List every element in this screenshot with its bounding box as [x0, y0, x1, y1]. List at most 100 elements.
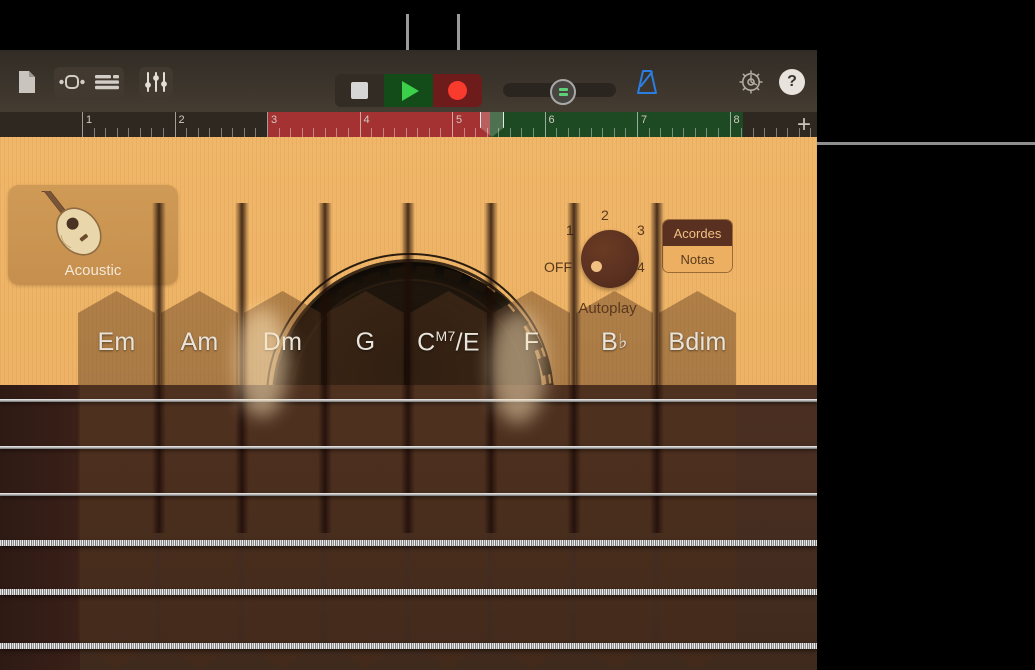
ruler-tick-minor	[590, 128, 592, 137]
guitar-string-3[interactable]	[0, 493, 817, 496]
ruler-bar-label: 3	[271, 114, 278, 126]
ruler-bar-label: 7	[641, 114, 648, 126]
ruler-tick-minor	[579, 128, 581, 137]
stop-button[interactable]	[335, 74, 384, 107]
ruler-tick-major	[359, 112, 361, 137]
record-button[interactable]	[433, 74, 482, 107]
chord-label: G	[355, 328, 376, 356]
ruler-tick-minor	[648, 128, 650, 137]
chord-button-F[interactable]: F	[493, 291, 570, 670]
chord-column-separator	[318, 203, 332, 533]
ruler-tick-minor	[197, 128, 199, 137]
chord-column-separator	[401, 203, 415, 533]
ruler-tick-minor	[139, 128, 141, 137]
ruler-section-intro	[0, 112, 82, 137]
garageband-window: ? 12345678 + Acoustic OFF 2 3 4 Acordes …	[0, 50, 817, 670]
ruler-tick-minor	[717, 128, 719, 137]
ruler-tick-minor	[706, 128, 708, 137]
ruler-tick-minor	[116, 128, 118, 137]
ruler-tick-minor	[336, 128, 338, 137]
timeline-ruler[interactable]: 1 2 3 4 5 6 7 8 +	[0, 112, 817, 137]
ruler-tick-minor	[613, 128, 615, 137]
autoplay-label-3[interactable]: 3	[637, 222, 645, 238]
mixer-icon[interactable]	[139, 67, 173, 97]
mode-option-chords[interactable]: Acordes	[663, 220, 732, 246]
ruler-tick-minor	[660, 128, 662, 137]
chord-button-B[interactable]: B♭	[576, 291, 653, 670]
ruler-bar-label: 2	[178, 114, 185, 126]
led-bar	[558, 93, 568, 96]
loops-icon[interactable]	[54, 67, 89, 97]
ruler-tick-minor	[151, 128, 153, 137]
mode-option-notes[interactable]: Notas	[663, 246, 732, 272]
chord-label: CM7/E	[417, 328, 480, 357]
ruler-tick-minor	[278, 128, 280, 137]
ruler-tick-minor	[232, 128, 234, 137]
guitar-string-1[interactable]	[0, 399, 817, 402]
chord-column-separator	[484, 203, 498, 533]
chord-button-Em[interactable]: Em	[78, 291, 155, 670]
screenshot-root: ? 12345678 + Acoustic OFF 2 3 4 Acordes …	[0, 0, 1035, 670]
ruler-tick-major	[82, 112, 83, 137]
chord-label: B♭	[601, 328, 628, 356]
ruler-tick-major	[174, 112, 176, 137]
callout-line-play	[406, 14, 409, 52]
autoplay-label-4[interactable]: 4	[637, 259, 645, 275]
ruler-tick-major	[729, 112, 731, 137]
browser-segmented-control[interactable]	[54, 67, 124, 97]
ruler-tick-minor	[775, 128, 777, 137]
ruler-tick-major	[637, 112, 638, 137]
ruler-tick-major	[544, 112, 546, 137]
help-button[interactable]: ?	[779, 69, 805, 95]
document-icon[interactable]	[13, 68, 39, 96]
track-list-icon[interactable]	[89, 67, 124, 97]
ruler-tick-minor	[752, 128, 754, 137]
ruler-tick-minor	[313, 128, 315, 137]
ruler-tick-minor	[290, 128, 292, 137]
ruler-tick-minor	[475, 128, 477, 137]
ruler-tick-minor	[428, 128, 430, 137]
mode-switch[interactable]: Acordes Notas	[662, 219, 733, 273]
guitar-string-4[interactable]	[0, 540, 817, 546]
chord-button-Bdim[interactable]: Bdim	[659, 291, 736, 670]
guitar-string-2[interactable]	[0, 446, 817, 449]
ruler-tick-minor	[371, 128, 373, 137]
add-track-button[interactable]: +	[797, 112, 811, 137]
ruler-tick-major	[452, 112, 453, 137]
chord-label: Em	[97, 328, 136, 356]
ruler-section-green	[490, 112, 743, 137]
volume-slider-knob[interactable]	[550, 79, 576, 105]
ruler-tick-minor	[105, 128, 107, 137]
chord-button-Am[interactable]: Am	[161, 291, 238, 670]
fretboard-nut-area	[0, 385, 80, 670]
gear-icon[interactable]	[736, 68, 766, 96]
ruler-bar-label: 5	[456, 114, 463, 126]
ruler-tick-minor	[186, 128, 188, 137]
ruler-tick-minor	[301, 128, 303, 137]
ruler-tick-minor	[394, 128, 396, 137]
ruler-tick-minor	[463, 128, 465, 137]
ruler-tick-minor	[556, 128, 558, 137]
ruler-tick-minor	[324, 128, 326, 137]
ruler-tick-minor	[405, 128, 407, 137]
ruler-bar-label: 4	[363, 114, 370, 126]
metronome-icon[interactable]	[632, 68, 662, 96]
ruler-tick-minor	[764, 128, 766, 137]
ruler-tick-minor	[625, 128, 627, 137]
ruler-tick-minor	[162, 128, 164, 137]
chord-button-Dm[interactable]: Dm	[244, 291, 321, 670]
play-button[interactable]	[384, 74, 433, 107]
autoplay-knob[interactable]	[581, 230, 639, 288]
guitar-string-5[interactable]	[0, 589, 817, 595]
ruler-tick-minor	[683, 128, 685, 137]
chord-button-CM7E[interactable]: CM7/E	[410, 291, 487, 670]
autoplay-label-2[interactable]: 2	[601, 207, 609, 223]
ruler-tick-minor	[417, 128, 419, 137]
chord-button-G[interactable]: G	[327, 291, 404, 670]
transport-controls	[335, 74, 482, 107]
guitar-string-6[interactable]	[0, 643, 817, 649]
ruler-tick-minor	[694, 128, 696, 137]
callout-line-record	[457, 14, 460, 52]
master-volume-slider[interactable]	[503, 79, 616, 105]
chord-column-separator	[152, 203, 166, 533]
